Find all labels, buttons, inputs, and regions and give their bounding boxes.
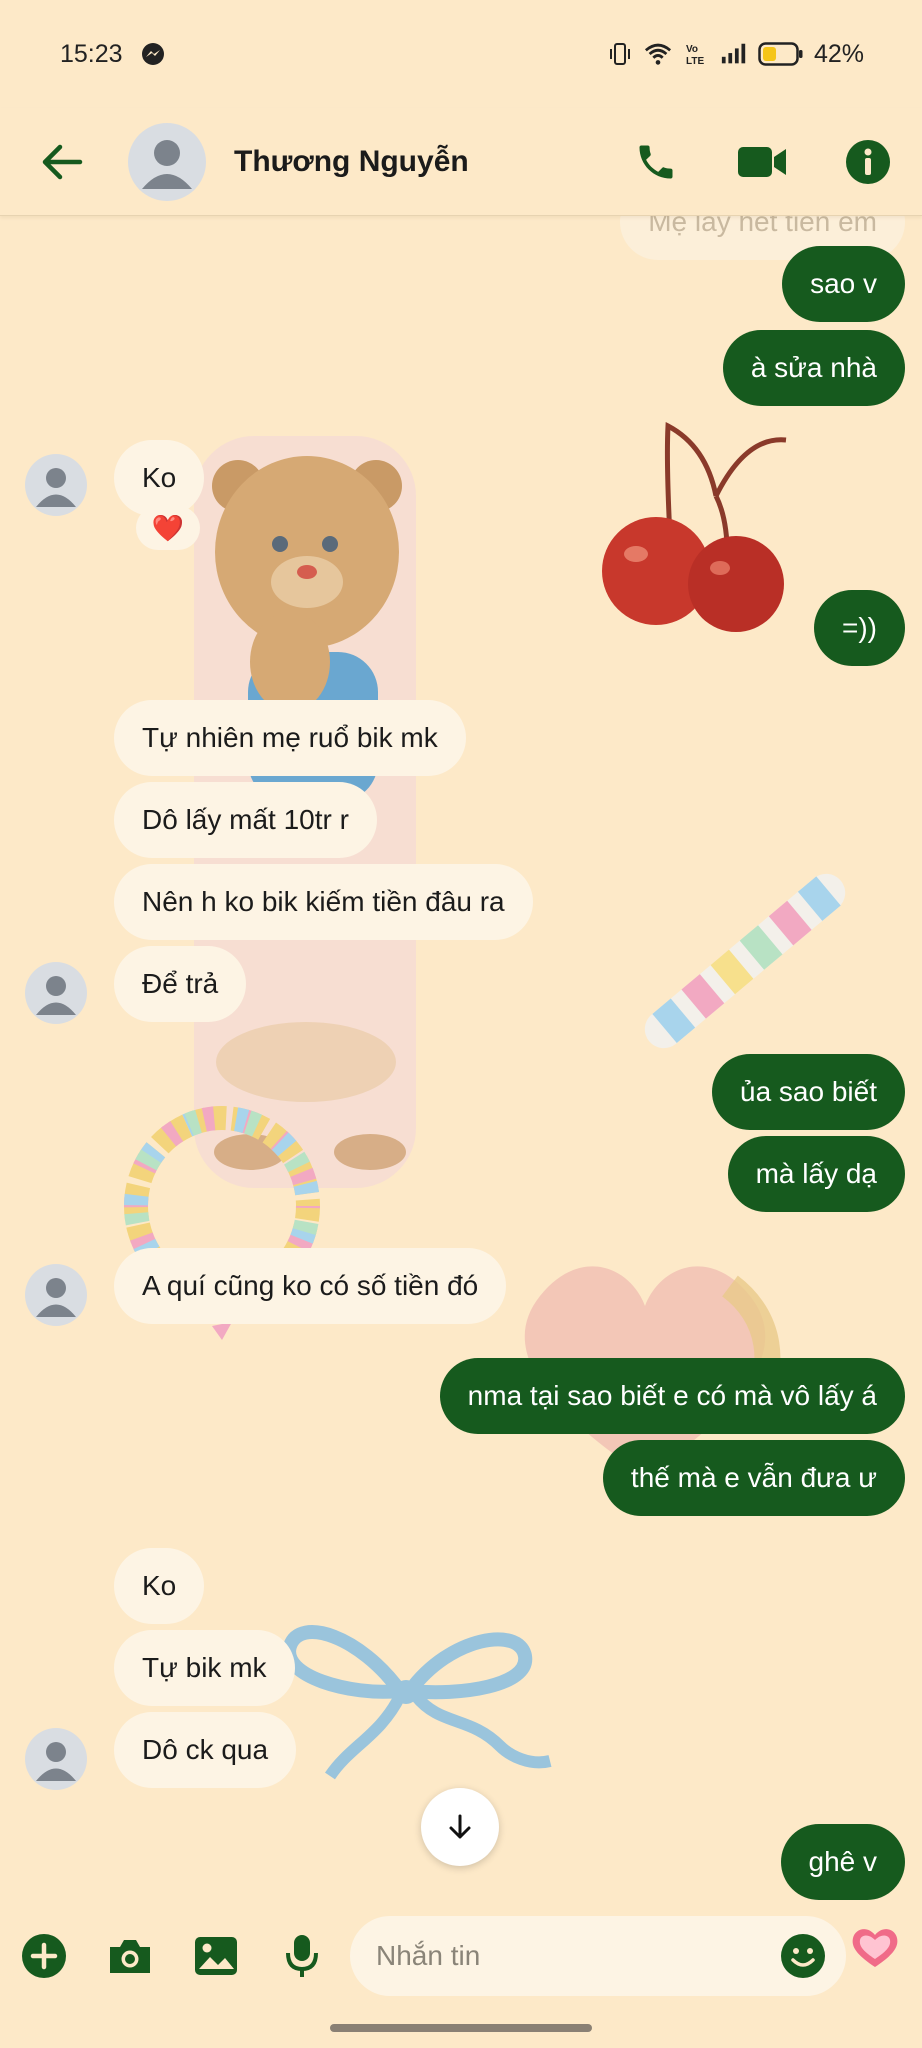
reaction-emoji: ❤️ — [151, 512, 185, 543]
battery-percent: 42% — [813, 39, 864, 68]
wifi-icon — [644, 40, 672, 68]
status-right: Vo LTE 42% — [606, 40, 864, 69]
message-text: sao v — [810, 268, 877, 299]
svg-text:LTE: LTE — [686, 56, 704, 67]
sender-avatar[interactable] — [25, 454, 87, 516]
phone-icon — [639, 145, 673, 178]
message-text: Tự bik mk — [142, 1652, 267, 1683]
status-left: 15:23 — [60, 40, 167, 69]
message-input[interactable] — [376, 1940, 780, 1972]
plus-circle-icon — [22, 1934, 66, 1978]
message-bubble-incoming[interactable]: Tự nhiên mẹ ruổ bik mk — [114, 700, 466, 776]
message-bubble-outgoing[interactable]: sao v — [782, 246, 905, 322]
arrow-down-icon — [449, 1814, 471, 1839]
message-bubble-incoming[interactable]: Để trả — [114, 946, 247, 1022]
ribbon-bow-sticker — [282, 1625, 552, 1780]
message-bubble-outgoing[interactable]: à sửa nhà — [722, 330, 905, 406]
scroll-to-bottom-button[interactable] — [421, 1788, 499, 1866]
svg-text:Vo: Vo — [686, 44, 698, 55]
message-text: =)) — [842, 612, 877, 643]
video-icon — [738, 146, 786, 177]
message-bubble-outgoing[interactable]: =)) — [814, 590, 905, 666]
message-text: Nên h ko bik kiếm tiền đâu ra — [142, 886, 505, 917]
message-bubble-incoming[interactable]: Tự bik mk — [114, 1630, 295, 1706]
message-text: ủa sao biết — [740, 1076, 877, 1107]
message-text: ghê v — [808, 1846, 878, 1877]
message-list[interactable]: Mẹ lấy hết tiền em sao v à sửa nhà Ko ❤️… — [0, 216, 922, 1906]
message-text: à sửa nhà — [750, 352, 877, 383]
info-icon — [846, 139, 890, 184]
message-text: thế mà e vẫn đưa ư — [630, 1462, 877, 1493]
message-bubble-outgoing[interactable]: thế mà e vẫn đưa ư — [602, 1440, 905, 1516]
message-text: A quí cũng ko có số tiền đó — [142, 1270, 479, 1301]
more-actions-button[interactable] — [18, 1930, 70, 1982]
message-text: Để trả — [142, 968, 219, 999]
sender-avatar[interactable] — [25, 1728, 87, 1790]
message-text: mà lấy dạ — [755, 1158, 877, 1189]
message-text: nma tại sao biết e có mà vô lấy á — [467, 1380, 877, 1411]
vibrate-icon — [606, 40, 634, 68]
heart-icon — [852, 1929, 898, 1967]
message-text: Tự nhiên mẹ ruổ bik mk — [142, 722, 438, 753]
call-button[interactable] — [628, 134, 684, 190]
message-input-container — [350, 1916, 846, 1996]
sender-avatar[interactable] — [25, 1264, 87, 1326]
voice-message-button[interactable] — [276, 1930, 328, 1982]
battery-icon — [758, 41, 804, 67]
message-bubble-outgoing[interactable]: ủa sao biết — [712, 1054, 905, 1130]
camera-button[interactable] — [104, 1930, 156, 1982]
send-heart-button[interactable] — [848, 1920, 902, 1974]
microphone-icon — [286, 1935, 318, 1977]
message-bubble-incoming[interactable]: Nên h ko bik kiếm tiền đâu ra — [114, 864, 533, 940]
contact-name[interactable]: Thương Nguyễn — [234, 145, 578, 179]
status-bar: 15:23 Vo LTE 42% — [0, 0, 922, 108]
status-time: 15:23 — [60, 39, 123, 68]
info-button[interactable] — [840, 134, 896, 190]
message-composer — [0, 1906, 922, 2006]
message-text: Mẹ lấy hết tiền em — [648, 216, 877, 237]
message-text: Dô ck qua — [142, 1734, 269, 1765]
camera-icon — [110, 1940, 150, 1973]
message-text: Ko — [142, 1570, 177, 1601]
message-bubble-incoming[interactable]: Dô ck qua — [114, 1712, 297, 1788]
message-bubble-outgoing[interactable]: mà lấy dạ — [727, 1136, 905, 1212]
message-bubble-incoming[interactable]: Dô lấy mất 10tr r — [114, 782, 377, 858]
heart-reaction[interactable]: ❤️ — [136, 506, 200, 550]
message-text: Ko — [142, 462, 177, 493]
back-button[interactable] — [36, 136, 88, 188]
message-bubble-incoming[interactable]: A quí cũng ko có số tiền đó — [114, 1248, 507, 1324]
image-icon — [195, 1937, 237, 1975]
volte-icon: Vo LTE — [682, 40, 710, 68]
contact-avatar[interactable] — [128, 122, 206, 201]
cherry-sticker — [602, 421, 787, 632]
message-bubble-incoming[interactable]: Ko — [114, 1548, 205, 1624]
candy-stick-sticker — [644, 873, 846, 1049]
home-indicator[interactable] — [330, 2024, 592, 2032]
message-bubble-incoming[interactable]: Ko — [114, 440, 205, 516]
message-bubble-outgoing[interactable]: ghê v — [780, 1824, 905, 1900]
message-text: Dô lấy mất 10tr r — [142, 804, 349, 835]
arrow-left-icon — [42, 144, 83, 179]
video-call-button[interactable] — [734, 134, 790, 190]
chat-header: Thương Nguyễn — [0, 108, 922, 216]
emoji-icon[interactable] — [780, 1933, 826, 1979]
messenger-icon — [139, 40, 167, 68]
signal-icon — [720, 40, 748, 68]
message-bubble-outgoing[interactable]: nma tại sao biết e có mà vô lấy á — [439, 1358, 905, 1434]
gallery-button[interactable] — [190, 1930, 242, 1982]
sender-avatar[interactable] — [25, 962, 87, 1024]
